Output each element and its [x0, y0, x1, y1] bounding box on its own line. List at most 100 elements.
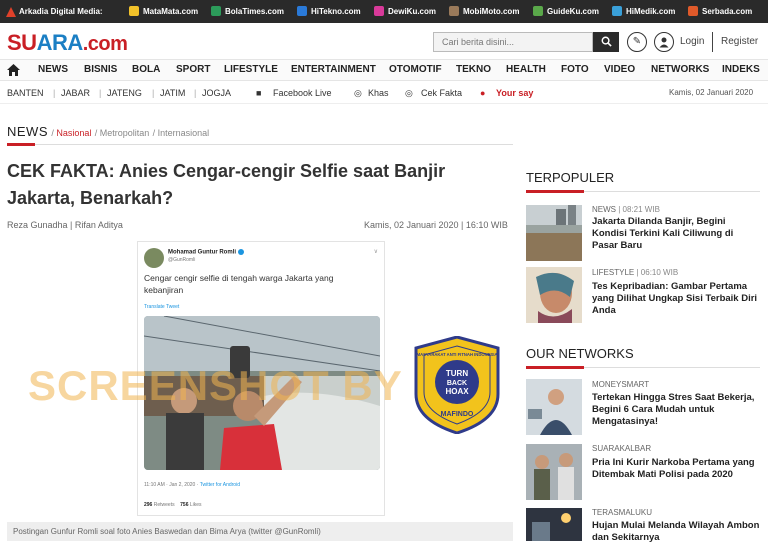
- network-thumb-rain[interactable]: [526, 508, 582, 541]
- network-link-serbada[interactable]: Serbada.com: [688, 6, 752, 16]
- network-link-matamata[interactable]: MataMata.com: [129, 6, 198, 16]
- today-date: Kamis, 02 Januari 2020: [669, 88, 754, 97]
- avatar: [144, 248, 164, 268]
- nav-item-lifestyle[interactable]: LIFESTYLE: [224, 64, 278, 75]
- network-link-guideku[interactable]: GuideKu.com: [533, 6, 599, 16]
- region-jabar[interactable]: JABAR: [61, 88, 90, 98]
- nav-item-networks[interactable]: NETWORKS: [651, 64, 709, 75]
- guideku-icon: [533, 6, 543, 16]
- nav-item-news[interactable]: NEWS: [38, 64, 68, 75]
- main-nav: NEWS BISNIS BOLA SPORT LIFESTYLE ENTERTA…: [0, 59, 768, 81]
- network-item-headline[interactable]: Pria Ini Kurir Narkoba Pertama yang Dite…: [592, 457, 760, 481]
- network-thumb-police[interactable]: [526, 444, 582, 500]
- serbada-icon: [688, 6, 698, 16]
- breadcrumb-section[interactable]: NEWS: [7, 124, 48, 139]
- breadcrumb-nasional[interactable]: Nasional: [56, 128, 91, 138]
- your-say-link[interactable]: Your say: [496, 88, 533, 98]
- check-circle-icon: ◎: [405, 88, 413, 98]
- article-datetime: Kamis, 02 Januari 2020 | 16:10 WIB: [364, 220, 508, 230]
- screenshot-watermark: SCREENSHOT BY: [28, 362, 403, 409]
- nav-item-indeks[interactable]: INDEKS: [722, 64, 760, 75]
- khas-link[interactable]: Khas: [368, 88, 389, 98]
- section-accent: [526, 366, 584, 369]
- suara-logo[interactable]: SUARA.com: [7, 30, 128, 56]
- network-item-headline[interactable]: Tertekan Hingga Stres Saat Bekerja, Begi…: [592, 392, 760, 428]
- network-link-bolatimes[interactable]: BolaTimes.com: [211, 6, 284, 16]
- search-input[interactable]: Cari berita disini...: [433, 32, 593, 52]
- write-button[interactable]: ✎: [627, 32, 647, 52]
- login-link[interactable]: Login: [680, 36, 704, 47]
- subnav-separator: |: [194, 88, 197, 98]
- region-banten[interactable]: BANTEN: [7, 88, 44, 98]
- hitekno-icon: [297, 6, 307, 16]
- svg-text:BACK: BACK: [447, 380, 467, 387]
- nav-item-bola[interactable]: BOLA: [132, 64, 160, 75]
- network-brand: Arkadia Digital Media:: [0, 6, 126, 17]
- popular-item-headline[interactable]: Jakarta Dilanda Banjir, Begini Kondisi T…: [592, 216, 760, 252]
- popular-thumb-flood[interactable]: [526, 205, 582, 261]
- tweet-handle: @GunRomli: [168, 257, 196, 263]
- translate-tweet-link[interactable]: Translate Tweet: [144, 304, 179, 310]
- region-jogja[interactable]: JOGJA: [202, 88, 231, 98]
- svg-text:HOAX: HOAX: [445, 387, 469, 396]
- breadcrumb-metropolitan[interactable]: Metropolitan: [100, 128, 150, 138]
- chevron-down-icon: ∨: [373, 249, 378, 255]
- network-link-dewiku[interactable]: DewiKu.com: [374, 6, 436, 16]
- svg-text:MAFINDO: MAFINDO: [441, 411, 474, 418]
- svg-text:TURN: TURN: [446, 369, 468, 378]
- network-item-source[interactable]: MONEYSMART: [592, 380, 649, 389]
- register-link[interactable]: Register: [721, 36, 758, 47]
- nav-item-foto[interactable]: FOTO: [561, 64, 589, 75]
- svg-text:MASYARAKAT ANTI FITNAH INDONES: MASYARAKAT ANTI FITNAH INDONESIA: [417, 352, 498, 357]
- breadcrumb-divider: [7, 144, 513, 145]
- popular-item-category: LIFESTYLE | 06:10 WIB: [592, 268, 679, 277]
- network-brand-label: Arkadia Digital Media:: [19, 7, 103, 16]
- region-jateng[interactable]: JATENG: [107, 88, 142, 98]
- breadcrumb: NEWS / Nasional / Metropolitan / Interna…: [7, 124, 209, 139]
- nav-item-sport[interactable]: SPORT: [176, 64, 210, 75]
- facebook-live-link[interactable]: Facebook Live: [273, 88, 332, 98]
- tweet-meta: 11:10 AM · Jan 2, 2020 · Twitter for And…: [144, 482, 240, 488]
- mobimoto-icon: [449, 6, 459, 16]
- pencil-icon: ✎: [632, 36, 642, 47]
- dewiku-icon: [374, 6, 384, 16]
- himedik-icon: [612, 6, 622, 16]
- home-icon[interactable]: [7, 64, 20, 76]
- subnav-separator: |: [152, 88, 155, 98]
- breadcrumb-accent: [7, 143, 35, 146]
- network-link-himedik[interactable]: HiMedik.com: [612, 6, 675, 16]
- nav-item-health[interactable]: HEALTH: [506, 64, 546, 75]
- network-item-source[interactable]: SUARAKALBAR: [592, 444, 651, 453]
- verified-icon: [237, 249, 244, 255]
- tweet-stats: 296 Retweets 756 Likes: [144, 502, 202, 508]
- nav-item-otomotif[interactable]: OTOMOTIF: [389, 64, 442, 75]
- search-button[interactable]: [593, 32, 619, 52]
- subnav-separator: |: [99, 88, 102, 98]
- nav-item-bisnis[interactable]: BISNIS: [84, 64, 117, 75]
- article-authors[interactable]: Reza Gunadha | Rifan Aditya: [7, 220, 123, 230]
- account-button[interactable]: [654, 32, 674, 52]
- site-header: SUARA.com Cari berita disini... ✎ Login …: [0, 23, 768, 59]
- network-item-source[interactable]: TERASMALUKU: [592, 508, 652, 517]
- tweet-text: Cengar cengir selfie di tengah warga Jak…: [144, 273, 334, 295]
- nav-item-entertainment[interactable]: ENTERTAINMENT: [291, 64, 376, 75]
- section-accent: [526, 190, 584, 193]
- matamata-icon: [129, 6, 139, 16]
- bolatimes-icon: [211, 6, 221, 16]
- breadcrumb-internasional[interactable]: Internasional: [158, 128, 210, 138]
- nav-item-tekno[interactable]: TEKNO: [456, 64, 491, 75]
- popular-item-headline[interactable]: Tes Kepribadian: Gambar Pertama yang Dil…: [592, 281, 760, 317]
- tweet-author-name: Mohamad Guntur Romli: [168, 249, 244, 256]
- network-link-mobimoto[interactable]: MobiMoto.com: [449, 6, 519, 16]
- nav-item-video[interactable]: VIDEO: [604, 64, 635, 75]
- popular-thumb-illustration[interactable]: [526, 267, 582, 323]
- cek-fakta-link[interactable]: Cek Fakta: [421, 88, 462, 98]
- network-item-headline[interactable]: Hujan Mulai Melanda Wilayah Ambon dan Se…: [592, 520, 760, 544]
- arkadia-logo-icon: [6, 6, 16, 17]
- popular-section-title: TERPOPULER: [526, 170, 615, 185]
- region-jatim[interactable]: JATIM: [160, 88, 185, 98]
- header-divider: [712, 32, 713, 52]
- network-link-hitekno[interactable]: HiTekno.com: [297, 6, 361, 16]
- network-thumb-office[interactable]: [526, 379, 582, 435]
- check-circle-icon: ◎: [354, 88, 362, 98]
